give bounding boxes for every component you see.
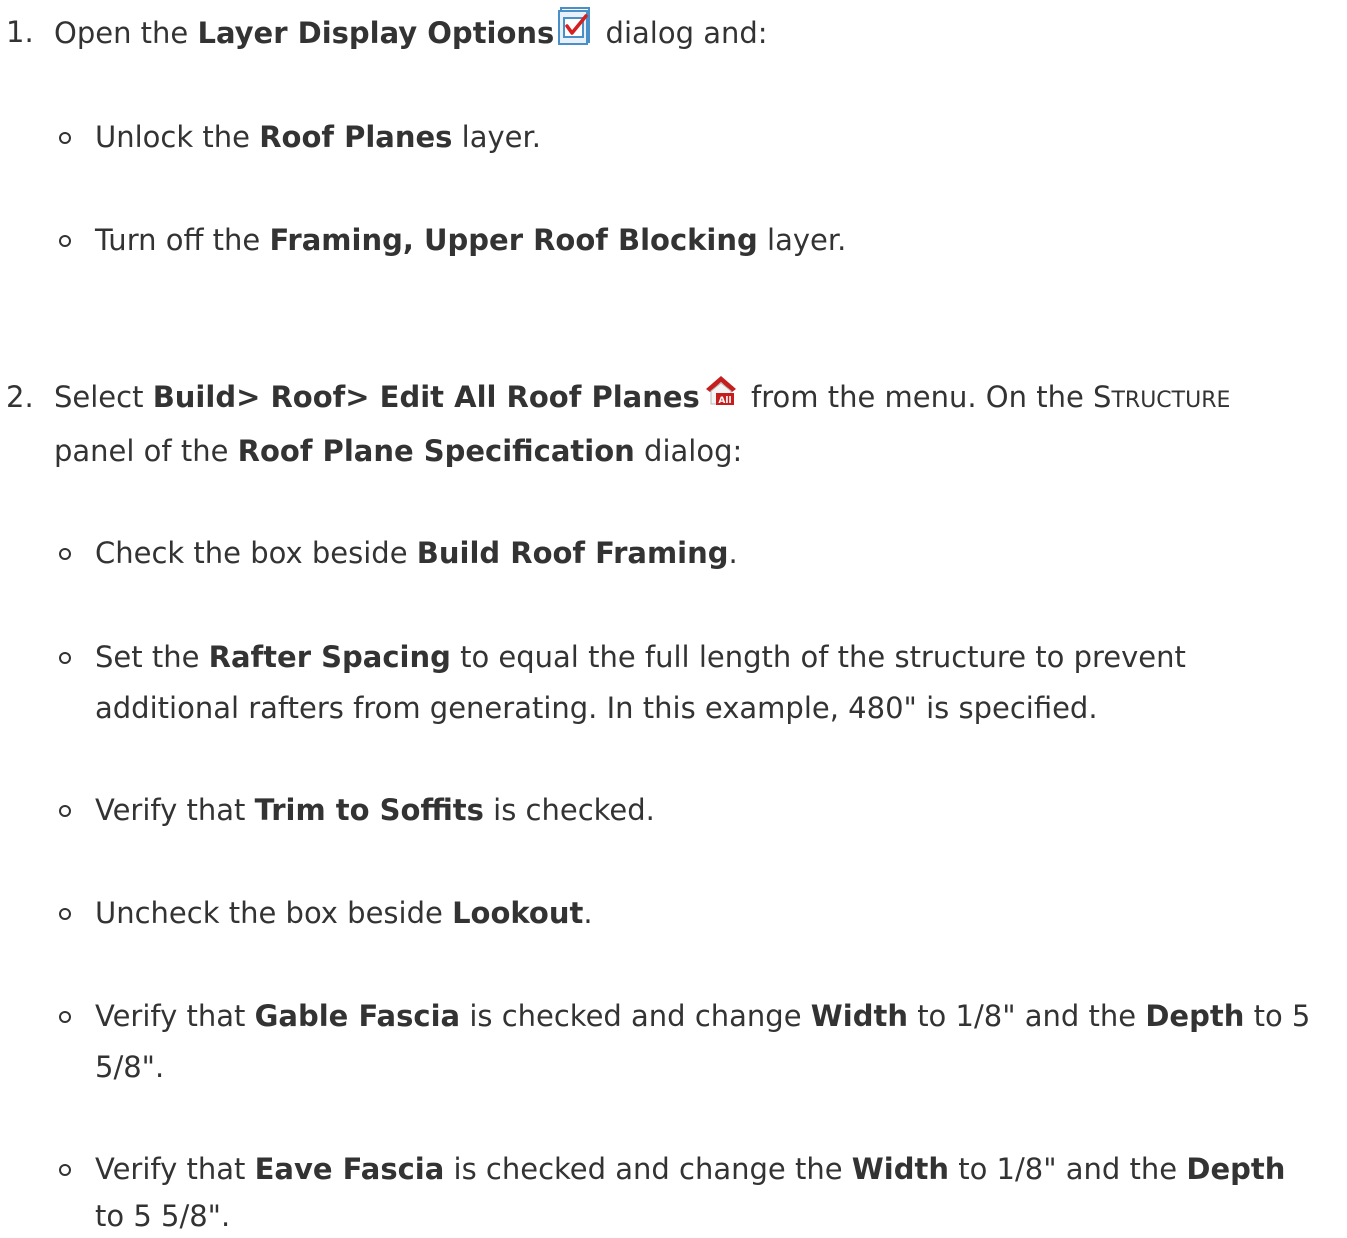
bullet-icon bbox=[59, 235, 71, 247]
step-2-text: Select Build> Roof> Edit All Roof Planes… bbox=[54, 375, 1230, 419]
svg-text:All: All bbox=[718, 396, 731, 406]
list-item: Uncheck the box beside Lookout. bbox=[95, 896, 593, 930]
bullet-icon bbox=[59, 908, 71, 920]
menu-path: Build> Roof> Edit All Roof Planes bbox=[152, 380, 700, 414]
list-item-continuation: 5/8". bbox=[95, 1050, 165, 1084]
edit-all-roof-planes-icon: All bbox=[704, 373, 738, 419]
layer-display-options-label: Layer Display Options bbox=[197, 16, 555, 50]
bullet-icon bbox=[59, 805, 71, 817]
step-1-number: 1. bbox=[6, 15, 34, 49]
step-2-text-line2: panel of the Roof Plane Specification di… bbox=[54, 434, 743, 468]
list-item: Verify that Eave Fascia is checked and c… bbox=[95, 1152, 1286, 1186]
list-item: Unlock the Roof Planes layer. bbox=[95, 120, 541, 154]
list-item: Turn off the Framing, Upper Roof Blockin… bbox=[95, 223, 847, 257]
list-item-continuation: to 5 5/8". bbox=[95, 1199, 231, 1233]
list-item: Verify that Trim to Soffits is checked. bbox=[95, 793, 655, 827]
bullet-icon bbox=[59, 652, 71, 664]
instructions-page: 1. Open the Layer Display Options dialog… bbox=[0, 0, 1347, 1233]
list-item: Verify that Gable Fascia is checked and … bbox=[95, 999, 1311, 1033]
bullet-icon bbox=[59, 1011, 71, 1023]
bullet-icon bbox=[59, 1164, 71, 1176]
layer-display-options-icon bbox=[558, 7, 592, 57]
bullet-icon bbox=[59, 548, 71, 560]
step-2-number: 2. bbox=[6, 380, 34, 414]
step-1-text: Open the Layer Display Options dialog an… bbox=[54, 7, 768, 57]
list-item: Set the Rafter Spacing to equal the full… bbox=[95, 640, 1186, 674]
list-item-continuation: additional rafters from generating. In t… bbox=[95, 691, 1098, 725]
bullet-icon bbox=[59, 132, 71, 144]
list-item: Check the box beside Build Roof Framing. bbox=[95, 536, 738, 570]
